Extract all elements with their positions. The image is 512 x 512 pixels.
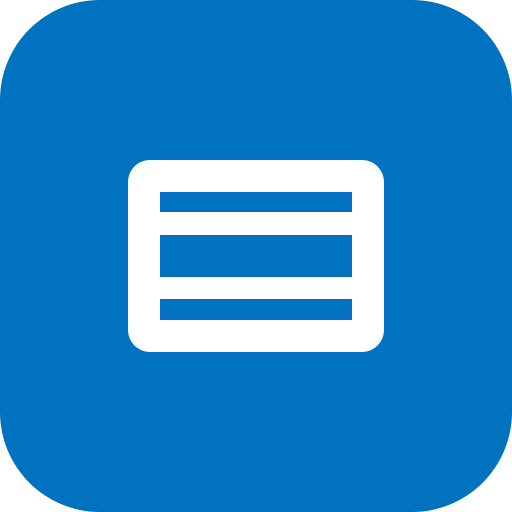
list-row-2	[160, 235, 352, 277]
list-row-3	[160, 299, 352, 320]
list-view-icon	[128, 160, 384, 352]
app-icon-tile[interactable]	[0, 0, 512, 512]
list-row-1	[160, 192, 352, 212]
